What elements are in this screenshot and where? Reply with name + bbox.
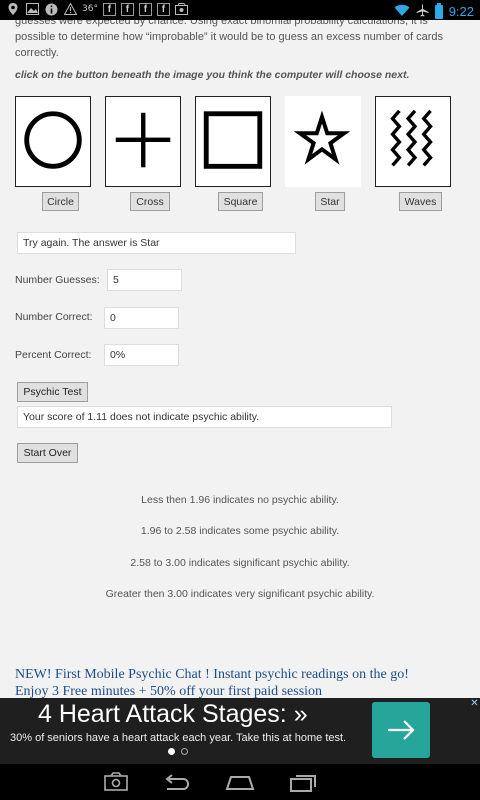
gallery-icon <box>175 2 189 16</box>
cross-icon <box>115 112 171 168</box>
home-icon[interactable] <box>225 770 255 794</box>
facebook-icon: f <box>120 2 134 16</box>
facebook-icon: f <box>156 2 170 16</box>
scale-line-2: 1.96 to 2.58 indicates some psychic abil… <box>140 525 340 537</box>
ad-subtext[interactable]: 30% of seniors have a heart attack each … <box>10 732 346 744</box>
arrow-right-icon <box>388 720 415 740</box>
facebook-icon: f <box>138 2 152 16</box>
promo-line-1[interactable]: NEW! First Mobile Psychic Chat ! Instant… <box>15 666 475 683</box>
status-bar: 36° f f f f 9:22 <box>0 0 480 20</box>
cross-card <box>105 96 181 187</box>
star-button[interactable]: Star <box>315 192 345 211</box>
scale-line-1: Less then 1.96 indicates no psychic abil… <box>141 494 339 506</box>
square-button[interactable]: Square <box>218 192 263 211</box>
percent-field[interactable]: 0% <box>104 344 179 366</box>
navigation-bar <box>0 764 480 800</box>
start-over-button[interactable]: Start Over <box>17 443 78 463</box>
guesses-field[interactable]: 5 <box>107 269 182 291</box>
circle-card <box>15 96 91 187</box>
promo-line-2[interactable]: Enjoy 3 Free minutes + 50% off your firs… <box>15 683 475 698</box>
recent-apps-icon[interactable] <box>288 770 318 794</box>
page-content: guesses were expected by chance. Using e… <box>0 20 480 698</box>
scale-line-3: 2.58 to 3.00 indicates significant psych… <box>130 557 350 569</box>
waves-button[interactable]: Waves <box>399 192 442 211</box>
ad-banner[interactable]: 4 Heart Attack Stages: » 30% of seniors … <box>0 698 480 764</box>
circle-icon <box>24 111 82 169</box>
wifi-icon <box>394 2 410 21</box>
percent-label: Percent Correct: <box>15 349 92 361</box>
screenshot-icon[interactable] <box>101 770 131 794</box>
back-icon[interactable] <box>161 770 191 794</box>
system-status: 9:22 <box>394 2 474 21</box>
answer-field[interactable]: Try again. The answer is Star <box>17 232 296 254</box>
star-card <box>285 96 361 187</box>
square-card <box>195 96 271 187</box>
warning-icon <box>63 2 77 16</box>
page-dot-active <box>168 748 175 755</box>
airplane-icon <box>416 2 429 21</box>
info-icon <box>44 2 58 16</box>
score-result-field[interactable]: Your score of 1.11 does not indicate psy… <box>17 406 392 428</box>
notification-icons: 36° f f f f <box>6 2 189 16</box>
scale-line-4: Greater then 3.00 indicates very signifi… <box>105 588 375 600</box>
instruction-text: click on the button beneath the image yo… <box>15 69 410 81</box>
image-icon <box>25 2 39 16</box>
intro-paragraph: guesses were expected by chance. Using e… <box>15 20 444 59</box>
ad-close-icon[interactable]: ✕ <box>469 698 480 709</box>
clock: 9:22 <box>448 4 474 19</box>
ad-pagination <box>168 748 188 755</box>
temperature: 36° <box>82 4 98 14</box>
battery-icon <box>434 2 443 19</box>
ad-headline[interactable]: 4 Heart Attack Stages: » <box>38 700 308 729</box>
guesses-label: Number Guesses: <box>15 274 100 286</box>
circle-button[interactable]: Circle <box>42 192 79 211</box>
correct-field[interactable]: 0 <box>104 307 179 329</box>
waves-card <box>375 96 451 187</box>
cross-button[interactable]: Cross <box>130 192 170 211</box>
ad-arrow-button[interactable] <box>372 702 430 758</box>
facebook-icon: f <box>102 2 116 16</box>
page-dot <box>181 748 188 755</box>
location-icon <box>6 2 20 16</box>
square-icon <box>203 111 263 169</box>
waves-icon <box>390 109 433 167</box>
star-icon <box>293 110 351 165</box>
psychic-test-button[interactable]: Psychic Test <box>17 382 88 402</box>
correct-label: Number Correct: <box>15 311 93 323</box>
promo-link[interactable]: NEW! First Mobile Psychic Chat ! Instant… <box>15 666 475 698</box>
